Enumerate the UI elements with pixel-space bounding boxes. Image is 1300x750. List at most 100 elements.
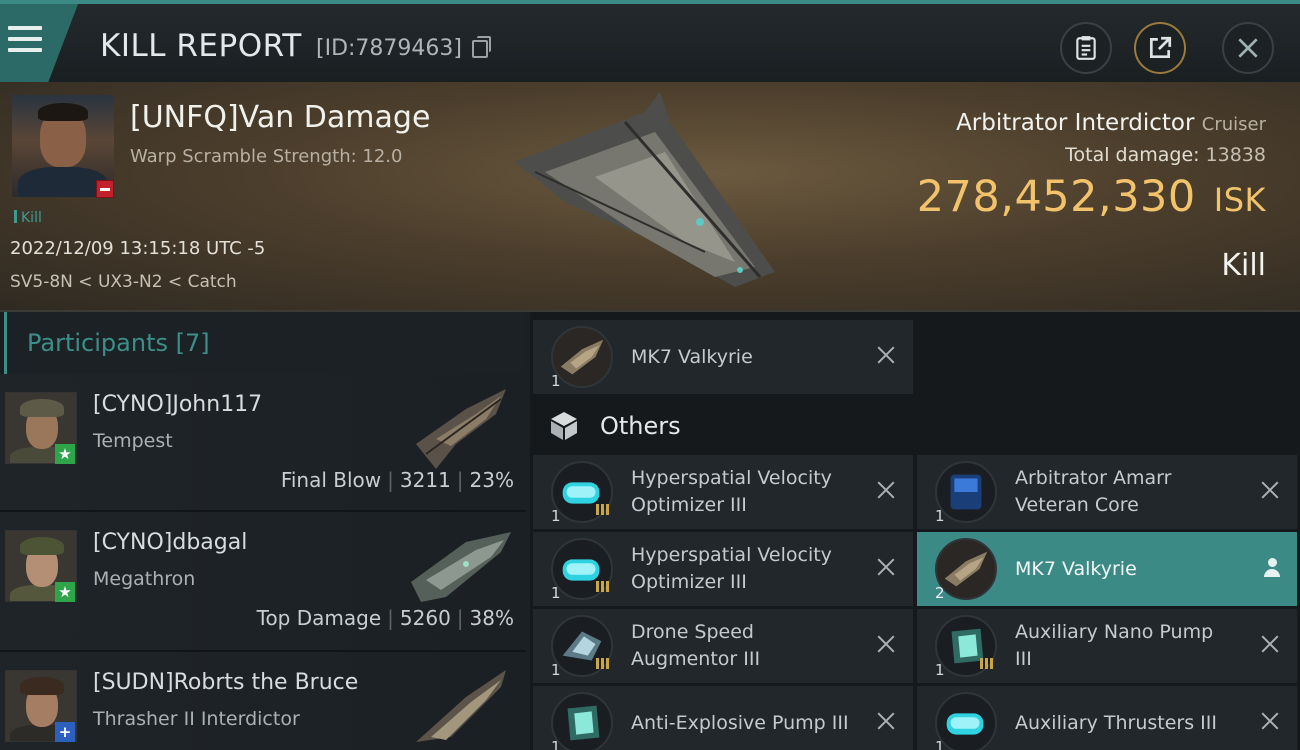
person-icon	[1263, 558, 1281, 580]
participant-row[interactable]: ★ [CYNO]dbagal Megathron Top Damage | 5260…	[0, 512, 526, 652]
total-damage-value: 13838	[1205, 144, 1266, 166]
participant-role: Final Blow	[280, 468, 382, 492]
item-row[interactable]: 1 Auxiliary Nano Pump III	[917, 609, 1297, 683]
warp-scramble-strength: Warp Scramble Strength: 12.0	[130, 146, 403, 167]
destroyed-x-icon	[875, 710, 897, 732]
item-name: Hyperspatial Velocity Optimizer III	[631, 467, 832, 516]
nano-pump-icon: 1	[935, 615, 997, 679]
close-button[interactable]	[1222, 22, 1274, 74]
participant-stats: Top Damage | 5260 | 38%	[256, 606, 514, 630]
participant-row[interactable]: + [SUDN]Robrts the Bruce Thrasher II Int…	[0, 652, 526, 750]
item-quantity: 1	[551, 738, 561, 750]
item-row-dropped[interactable]: 2 MK7 Valkyrie	[917, 532, 1297, 606]
participant-row[interactable]: ★ [CYNO]John117 Tempest Final Blow | 3211 |…	[0, 374, 526, 512]
top-bar: KILL REPORT [ID:7879463]	[0, 0, 1300, 82]
participant-percent: 38%	[469, 606, 514, 630]
cube-icon	[551, 412, 577, 440]
item-name: Auxiliary Nano Pump III	[1015, 621, 1214, 670]
destroyed-x-icon	[1259, 479, 1281, 501]
standing-negative-icon	[96, 180, 114, 198]
item-quantity: 1	[551, 584, 561, 602]
drone-icon: 1	[551, 326, 613, 390]
page-title: KILL REPORT	[100, 28, 302, 64]
participant-name[interactable]: [CYNO]John117	[93, 392, 262, 417]
others-section-header: Others	[548, 404, 681, 448]
participant-percent: 23%	[469, 468, 514, 492]
item-name: Hyperspatial Velocity Optimizer III	[631, 544, 832, 593]
thrusters-icon: 1	[935, 692, 997, 750]
ship-class-text: Cruiser	[1201, 114, 1266, 135]
participant-role: Top Damage	[256, 606, 382, 630]
participants-header[interactable]: Participants [7]	[4, 312, 526, 374]
participant-ship: Megathron	[93, 568, 196, 590]
destroyed-x-icon	[875, 479, 897, 501]
veteran-core-icon: 1	[935, 461, 997, 525]
clipboard-icon	[1076, 36, 1096, 60]
participant-ship-image[interactable]	[406, 522, 516, 612]
isk-value: 278,452,330 ISK	[917, 172, 1266, 222]
item-quantity: 1	[551, 661, 561, 679]
participants-panel: Participants [7] ★ [CYNO]John117 Tempest…	[0, 312, 526, 750]
result-label: Kill	[1221, 248, 1266, 283]
participant-ship: Tempest	[93, 430, 173, 452]
kill-location[interactable]: SV5-8N < UX3-N2 < Catch	[10, 272, 237, 292]
item-quantity: 1	[551, 507, 561, 525]
standing-star-icon: ★	[55, 582, 75, 602]
item-name: Anti-Explosive Pump III	[631, 711, 849, 734]
destroyed-x-icon	[875, 344, 897, 366]
participant-stats: Final Blow | 3211 | 23%	[280, 468, 514, 492]
item-quantity: 1	[935, 507, 945, 525]
ship-name-text: Arbitrator Interdictor	[956, 110, 1195, 136]
item-name: Arbitrator Amarr Veteran Core	[1015, 467, 1172, 516]
participant-name[interactable]: [SUDN]Robrts the Bruce	[93, 670, 358, 695]
participant-damage: 3211	[399, 468, 451, 492]
item-row[interactable]: 1 Hyperspatial Velocity Optimizer III	[533, 532, 913, 606]
item-quantity: 1	[551, 372, 561, 390]
standing-plus-icon: +	[55, 722, 75, 742]
victim-name[interactable]: [UNFQ]Van Damage	[130, 100, 430, 135]
kill-datetime: 2022/12/09 13:15:18 UTC -5	[10, 238, 266, 259]
standing-star-icon: ★	[55, 444, 75, 464]
item-quantity: 2	[935, 584, 945, 602]
item-row-top[interactable]: 1 MK7 Valkyrie	[533, 320, 913, 394]
velocity-optimizer-icon: 1	[551, 461, 613, 525]
victim-ship-image[interactable]	[505, 92, 785, 297]
menu-tab[interactable]	[0, 4, 78, 82]
item-row[interactable]: 1 Drone Speed Augmentor III	[533, 609, 913, 683]
participant-ship-image[interactable]	[406, 384, 516, 474]
item-row[interactable]: 1 Auxiliary Thrusters III	[917, 686, 1297, 750]
share-external-icon	[1149, 36, 1172, 59]
item-name: MK7 Valkyrie	[631, 345, 753, 368]
item-row[interactable]: 1 Arbitrator Amarr Veteran Core	[917, 455, 1297, 529]
participant-name[interactable]: [CYNO]dbagal	[93, 530, 247, 555]
share-button[interactable]	[1134, 22, 1186, 74]
clipboard-button[interactable]	[1060, 22, 1112, 74]
destroyed-x-icon	[875, 633, 897, 655]
item-quantity: 1	[935, 738, 945, 750]
destroyed-x-icon	[875, 556, 897, 578]
hamburger-menu-icon[interactable]	[8, 26, 42, 56]
item-row[interactable]: 1 Anti-Explosive Pump III	[533, 686, 913, 750]
drone-icon: 2	[935, 538, 997, 602]
item-name: Drone Speed Augmentor III	[631, 621, 761, 670]
total-damage-label: Total damage:	[1065, 144, 1200, 166]
victim-ship-name[interactable]: Arbitrator Interdictor Cruiser	[956, 110, 1266, 136]
drone-augmentor-icon: 1	[551, 615, 613, 679]
destroyed-x-icon	[1259, 710, 1281, 732]
isk-amount: 278,452,330	[916, 172, 1196, 222]
destroyed-x-icon	[1259, 633, 1281, 655]
others-label: Others	[600, 412, 681, 440]
kill-tag: Kill	[14, 210, 42, 226]
participant-damage: 5260	[399, 606, 451, 630]
victim-banner: [UNFQ]Van Damage Warp Scramble Strength:…	[0, 82, 1300, 312]
close-icon	[1238, 38, 1258, 58]
item-row[interactable]: 1 Hyperspatial Velocity Optimizer III	[533, 455, 913, 529]
item-name: Auxiliary Thrusters III	[1015, 711, 1217, 734]
velocity-optimizer-icon: 1	[551, 538, 613, 602]
total-damage: Total damage: 13838	[1065, 144, 1266, 166]
participant-ship-image[interactable]	[406, 662, 516, 750]
report-id: [ID:7879463]	[316, 36, 462, 61]
copy-icon[interactable]	[472, 36, 491, 58]
item-quantity: 1	[935, 661, 945, 679]
isk-unit: ISK	[1213, 181, 1266, 219]
